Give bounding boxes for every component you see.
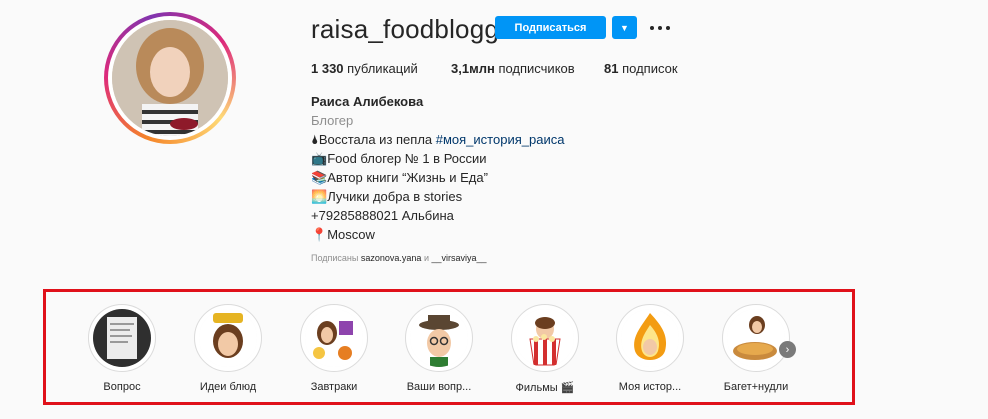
suggestions-dropdown-button[interactable]: ▼ [612,16,637,39]
tv-icon: 📺 [311,151,328,166]
follow-button[interactable]: Подписаться [495,16,606,39]
highlight-cover [300,304,368,372]
sunrise-icon: 🌅 [311,189,328,204]
more-dot-icon [658,25,662,30]
bio-line: 🌅Лучики добра в stories [311,189,463,204]
bio-phone: +79285888021 Альбина [311,208,454,223]
profile-username: raisa_foodblogger [311,14,523,44]
book-icon: 📚 [311,170,328,185]
bio-line: 📺Food блогер № 1 в России [311,151,487,166]
followed-by: Подписаны sazonova.yana и __virsaviya__ [311,253,487,263]
profile-full-name: Раиса Алибекова [311,94,424,109]
highlights-next-button[interactable]: › [779,341,796,358]
chevron-right-icon: › [785,343,790,356]
bio-line: 🌢Восстала из пепла #моя_история_раиса [311,132,565,147]
followers-link[interactable]: 3,1млн подписчиков [451,61,575,76]
highlight-cover [722,304,790,372]
more-dot-icon [650,25,654,30]
highlight-label: Ваши вопр... [406,381,472,393]
profile-avatar[interactable] [104,12,236,144]
avatar-photo [112,20,228,136]
highlight-label: Багет+нудли [723,381,789,393]
highlight-label: Моя истор... [618,381,682,393]
highlight-cover [194,304,262,372]
hashtag-link[interactable]: #моя_история_раиса [436,132,565,147]
posts-count: 1 330 публикаций [311,61,418,76]
more-dot-icon [666,25,670,30]
highlight-cover [88,304,156,372]
bio-line: 📍Moscow [311,227,375,242]
highlight-cover [511,304,579,372]
more-options-button[interactable] [650,16,670,39]
followed-by-user-link[interactable]: __virsaviya__ [432,253,487,263]
chevron-down-icon: ▼ [620,22,629,33]
following-link[interactable]: 81 подписок [604,61,678,76]
highlight-label: Завтраки [310,381,358,393]
highlight-cover [616,304,684,372]
highlight-label: Фильмы 🎬 [515,382,575,394]
fire-drop-icon: 🌢 [311,132,319,147]
highlight-label: Вопрос [103,381,141,393]
bio-line: 📚Автор книги “Жизнь и Еда” [311,170,488,185]
highlight-label: Идеи блюд [199,381,257,393]
highlight-cover [405,304,473,372]
pin-icon: 📍 [311,227,328,242]
profile-category: Блогер [311,113,354,128]
followed-by-user-link[interactable]: sazonova.yana [361,253,422,263]
